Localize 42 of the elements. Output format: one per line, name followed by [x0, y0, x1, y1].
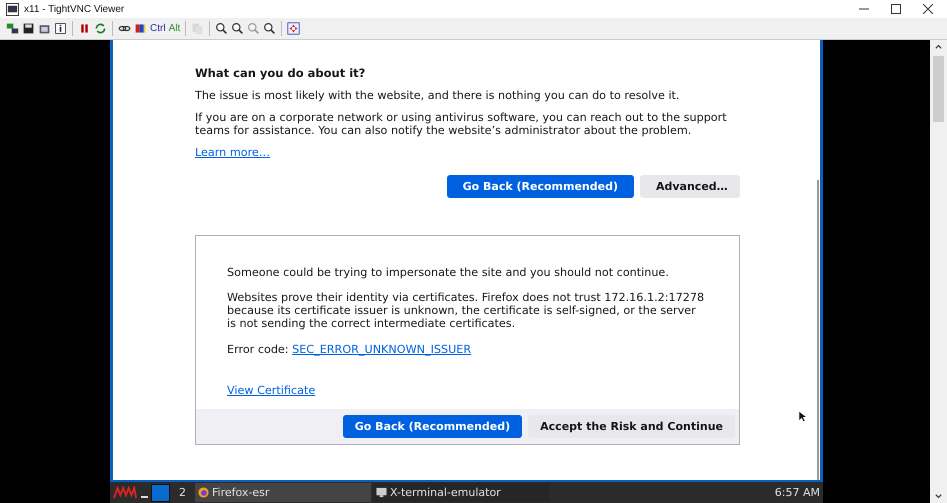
- advanced-button[interactable]: Advanced…: [640, 175, 740, 198]
- clipboard-icon[interactable]: [191, 22, 204, 35]
- scrollbar-thumb[interactable]: [817, 180, 819, 480]
- workspace-switcher[interactable]: [151, 484, 170, 502]
- magnifier-icon[interactable]: [263, 22, 276, 35]
- info-icon[interactable]: [54, 22, 67, 35]
- mouse-pointer-icon: [798, 410, 807, 423]
- app-icon: [6, 2, 19, 16]
- window-title: x11 - TightVNC Viewer: [24, 4, 124, 14]
- paragraph: The issue is most likely with the website, and there is nothing you can do to resolve it.: [195, 89, 680, 102]
- go-back-button[interactable]: Go Back (Recommended): [446, 175, 634, 198]
- warning-text: Someone could be trying to impersonate the site and you should not continue.: [227, 266, 670, 279]
- accept-risk-button[interactable]: Accept the Risk and Continue: [528, 415, 735, 438]
- view-certificate-link[interactable]: View Certificate: [227, 384, 316, 397]
- paragraph: If you are on a corporate network or using antivirus software, you can reach out to the support teams for assistance. You can also notify the website’s administrator about the problem.: [195, 111, 728, 137]
- ctrl-key-button[interactable]: Ctrl: [150, 23, 166, 34]
- save-icon[interactable]: [22, 22, 35, 35]
- taskbar-item[interactable]: X-terminal-emulator: [373, 483, 549, 502]
- taskbar-item[interactable]: Firefox-esr: [195, 483, 371, 502]
- scroll-down-icon[interactable]: [934, 492, 943, 501]
- alt-key-button[interactable]: Alt: [168, 23, 180, 34]
- close-icon[interactable]: [923, 4, 933, 14]
- section-heading: What can you do about it?: [195, 66, 366, 80]
- flag-icon[interactable]: [134, 22, 147, 35]
- scrollbar-thumb[interactable]: [933, 56, 944, 122]
- zoom-in-icon[interactable]: [215, 22, 228, 35]
- scroll-up-icon[interactable]: [934, 42, 943, 51]
- paragraph: Websites prove their identity via certificates. Firefox does not trust 172.16.1.2:17278 because its certificate issuer is unknown, the certificate is self-signed, or the server is not sending the correct intermediate certificates.: [227, 291, 706, 330]
- error-code-link[interactable]: SEC_ERROR_UNKNOWN_ISSUER: [292, 343, 472, 356]
- browser-icon: [198, 487, 209, 498]
- error-code-label: Error code:: [227, 343, 289, 356]
- menu-logo-icon[interactable]: [113, 486, 137, 499]
- clock: 6:57 AM: [774, 486, 821, 499]
- zoom-out-icon[interactable]: [231, 22, 244, 35]
- terminal-icon: [376, 487, 387, 498]
- go-back-button[interactable]: Go Back (Recommended): [342, 415, 522, 438]
- refresh-icon[interactable]: [94, 22, 107, 35]
- maximize-icon[interactable]: [891, 4, 901, 14]
- workspace-number: 2: [179, 486, 186, 499]
- transfer-icon[interactable]: [6, 22, 19, 35]
- learn-more-link[interactable]: Learn more…: [195, 146, 270, 159]
- fullscreen-icon[interactable]: [287, 22, 300, 35]
